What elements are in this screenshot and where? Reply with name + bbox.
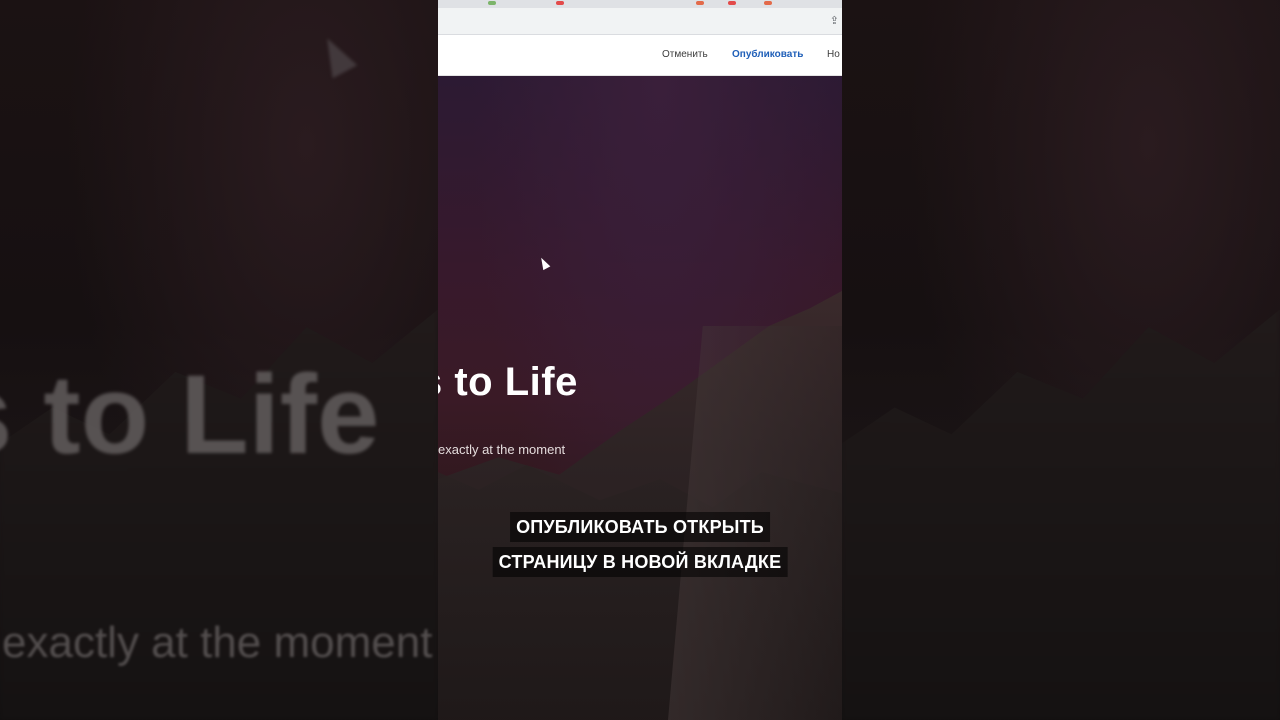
tab-favicon[interactable]: [764, 1, 772, 5]
blurred-background-right: [842, 0, 1280, 720]
address-bar[interactable]: ⇪: [438, 8, 842, 35]
blurred-hero-title: s to Life: [0, 352, 380, 477]
mouse-cursor-icon: [537, 255, 551, 271]
hero-section: s to Life exactly at the moment: [438, 76, 842, 720]
caption-line-2: СТРАНИЦУ В НОВОЙ ВКЛАДКЕ: [492, 547, 788, 577]
blurred-hero-subtitle: exactly at the moment: [2, 618, 433, 667]
next-button[interactable]: Но: [827, 49, 840, 60]
blurred-background-left: s to Life exactly at the moment: [0, 0, 438, 720]
blurred-mountain: [842, 309, 1280, 720]
video-frame: ⇪ Отменить Опубликовать Но s to Life exa…: [438, 0, 842, 720]
blurred-cursor-icon: [314, 31, 358, 79]
publish-button[interactable]: Опубликовать: [732, 49, 803, 60]
tab-favicon[interactable]: [728, 1, 736, 5]
hero-subtitle: exactly at the moment: [438, 442, 566, 457]
caption-line-1: ОПУБЛИКОВАТЬ ОТКРЫТЬ: [510, 512, 770, 542]
editor-toolbar: Отменить Опубликовать Но: [438, 35, 842, 76]
tab-favicon[interactable]: [696, 1, 704, 5]
tab-favicon[interactable]: [556, 1, 564, 5]
hero-title: s to Life: [438, 360, 578, 404]
browser-tab-strip[interactable]: [438, 0, 842, 8]
tab-favicon[interactable]: [488, 1, 496, 5]
cancel-button[interactable]: Отменить: [662, 49, 708, 60]
share-icon[interactable]: ⇪: [830, 14, 839, 27]
